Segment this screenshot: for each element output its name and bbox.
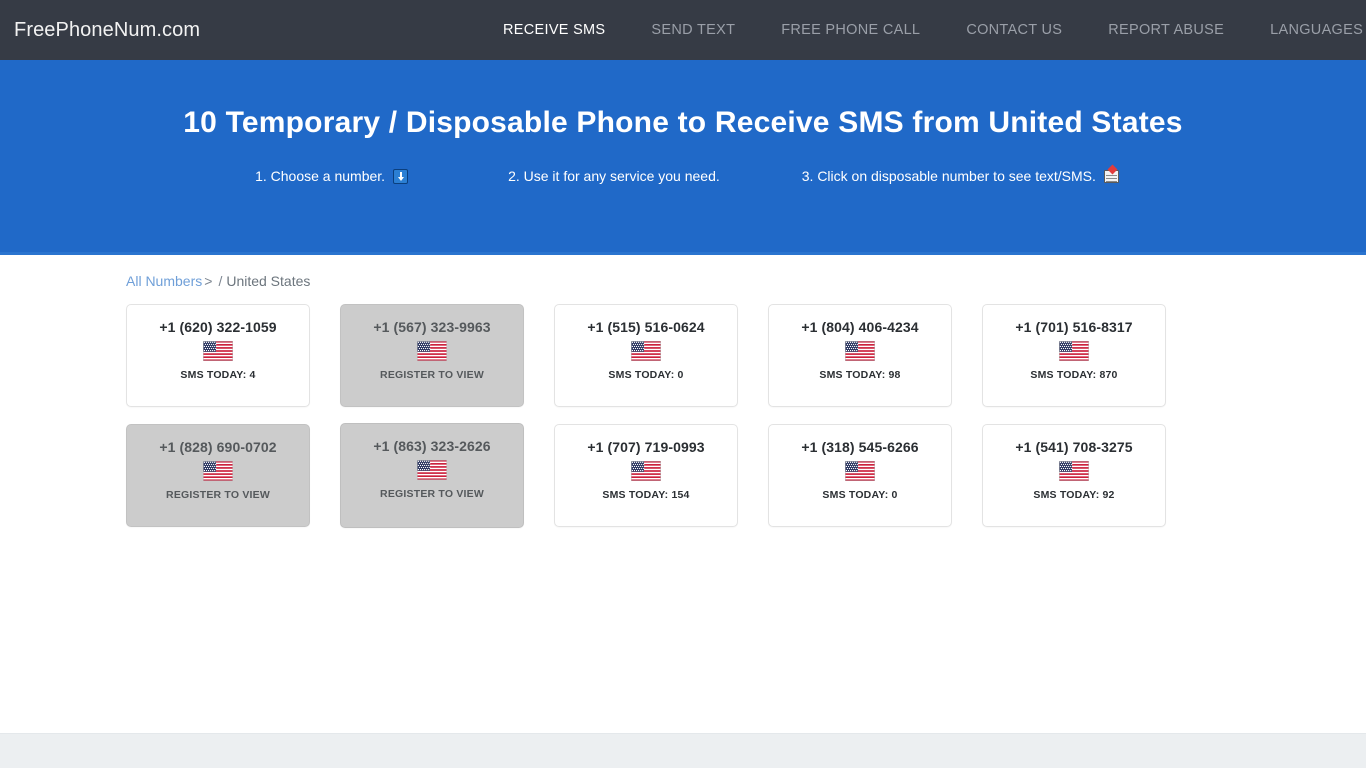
sms-today-label: SMS TODAY: 92 [1033,489,1115,501]
phone-number-card[interactable]: +1 (318) 545-6266 SMS TODAY: 0 [768,424,952,527]
step-3: 3. Click on disposable number to see tex… [802,168,1119,184]
nav-link-label: SEND TEXT [651,22,736,38]
phone-number-grid: +1 (620) 322-1059 SMS TODAY: 4 +1 (567) 32… [126,304,1253,544]
united-states-flag-icon [845,341,875,361]
phone-number-label: +1 (567) 323-9963 [373,319,491,335]
main-content: All Numbers > / United States +1 (620) 322-… [0,255,1366,733]
breadcrumb-all-numbers-link[interactable]: All Numbers [126,273,202,289]
step-1-label: 1. Choose a number. [255,168,386,184]
number-cell: +1 (515) 516-0624 SMS TODAY: 0 [554,304,768,424]
united-states-flag-icon [1059,461,1089,481]
phone-number-card[interactable]: +1 (541) 708-3275 SMS TODAY: 92 [982,424,1166,527]
phone-number-label: +1 (863) 323-2626 [373,438,491,454]
sms-today-label: SMS TODAY: 4 [180,369,256,381]
number-cell: +1 (804) 406-4234 SMS TODAY: 98 [768,304,982,424]
sms-today-label: SMS TODAY: 870 [1030,369,1118,381]
phone-number-card[interactable]: +1 (567) 323-9963 REGISTER TO VIEW [340,304,524,407]
number-cell: +1 (541) 708-3275 SMS TODAY: 92 [982,424,1196,544]
phone-number-label: +1 (707) 719-0993 [587,439,705,455]
step-2-label: 2. Use it for any service you need. [508,168,720,184]
phone-number-card[interactable]: +1 (863) 323-2626 REGISTER TO VIEW [340,423,524,528]
united-states-flag-icon [203,341,233,361]
nav-link-label: RECEIVE SMS [503,22,606,38]
nav-link-label: FREE PHONE CALL [781,22,921,38]
phone-number-card[interactable]: +1 (620) 322-1059 SMS TODAY: 4 [126,304,310,407]
phone-number-card[interactable]: +1 (828) 690-0702 REGISTER TO VIEW [126,424,310,527]
incoming-envelope-icon [1103,169,1119,183]
site-logo[interactable]: FreePhoneNum.com [14,19,200,42]
phone-number-card[interactable]: +1 (701) 516-8317 SMS TODAY: 870 [982,304,1166,407]
step-1: 1. Choose a number. [255,168,409,184]
sms-today-label: SMS TODAY: 0 [608,369,684,381]
phone-number-label: +1 (828) 690-0702 [159,439,277,455]
nav-link-label: REPORT ABUSE [1108,22,1225,38]
number-cell: +1 (707) 719-0993 SMS TODAY: 154 [554,424,768,544]
number-cell: +1 (863) 323-2626 REGISTER TO VIEW [340,423,554,544]
top-navbar: FreePhoneNum.com RECEIVE SMS SEND TEXT FRE… [0,0,1366,60]
register-to-view-label: REGISTER TO VIEW [380,369,484,381]
nav-links: RECEIVE SMS SEND TEXT FREE PHONE CALL CONTA… [480,0,1366,60]
united-states-flag-icon [845,461,875,481]
page-title: 10 Temporary / Disposable Phone to Recei… [183,106,1183,139]
number-cell: +1 (701) 516-8317 SMS TODAY: 870 [982,304,1196,424]
hero-banner: 10 Temporary / Disposable Phone to Recei… [0,60,1366,255]
phone-number-label: +1 (318) 545-6266 [801,439,919,455]
united-states-flag-icon [631,341,661,361]
number-cell: +1 (567) 323-9963 REGISTER TO VIEW [340,304,554,424]
register-to-view-label: REGISTER TO VIEW [166,489,270,501]
number-cell: +1 (828) 690-0702 REGISTER TO VIEW [126,424,340,544]
united-states-flag-icon [417,341,447,361]
nav-link-send-text[interactable]: SEND TEXT [628,22,758,38]
phone-number-label: +1 (541) 708-3275 [1015,439,1133,455]
sms-today-label: SMS TODAY: 98 [819,369,901,381]
footer-strip [0,733,1366,768]
phone-number-card[interactable]: +1 (707) 719-0993 SMS TODAY: 154 [554,424,738,527]
breadcrumb-slash: / [218,273,223,289]
phone-number-label: +1 (701) 516-8317 [1015,319,1133,335]
sms-today-label: SMS TODAY: 154 [602,489,690,501]
nav-link-label: CONTACT US [966,22,1063,38]
nav-link-free-phone-call[interactable]: FREE PHONE CALL [758,22,943,38]
nav-link-label: LANGUAGES [1270,22,1364,38]
sms-today-label: SMS TODAY: 0 [822,489,898,501]
phone-number-label: +1 (515) 516-0624 [587,319,705,335]
nav-link-contact-us[interactable]: CONTACT US [943,22,1085,38]
step-3-label: 3. Click on disposable number to see tex… [801,168,1096,184]
phone-number-card[interactable]: +1 (515) 516-0624 SMS TODAY: 0 [554,304,738,407]
breadcrumb-arrow: > [204,273,213,289]
phone-number-label: +1 (804) 406-4234 [801,319,919,335]
breadcrumb: All Numbers > / United States [126,273,1253,289]
number-cell: +1 (318) 545-6266 SMS TODAY: 0 [768,424,982,544]
united-states-flag-icon [1059,341,1089,361]
phone-number-card[interactable]: +1 (804) 406-4234 SMS TODAY: 98 [768,304,952,407]
united-states-flag-icon [417,460,447,480]
nav-link-receive-sms[interactable]: RECEIVE SMS [480,22,628,38]
phone-number-label: +1 (620) 322-1059 [159,319,277,335]
register-to-view-label: REGISTER TO VIEW [380,488,484,500]
nav-link-report-abuse[interactable]: REPORT ABUSE [1085,22,1247,38]
steps-row: 1. Choose a number. 2. Use it for any se… [0,168,1366,184]
united-states-flag-icon [203,461,233,481]
number-cell: +1 (620) 322-1059 SMS TODAY: 4 [126,304,340,424]
step-2: 2. Use it for any service you need. [508,168,720,184]
nav-link-languages[interactable]: LANGUAGES [1247,22,1366,38]
down-arrow-icon [393,168,409,184]
united-states-flag-icon [631,461,661,481]
breadcrumb-current: United States [226,273,311,289]
